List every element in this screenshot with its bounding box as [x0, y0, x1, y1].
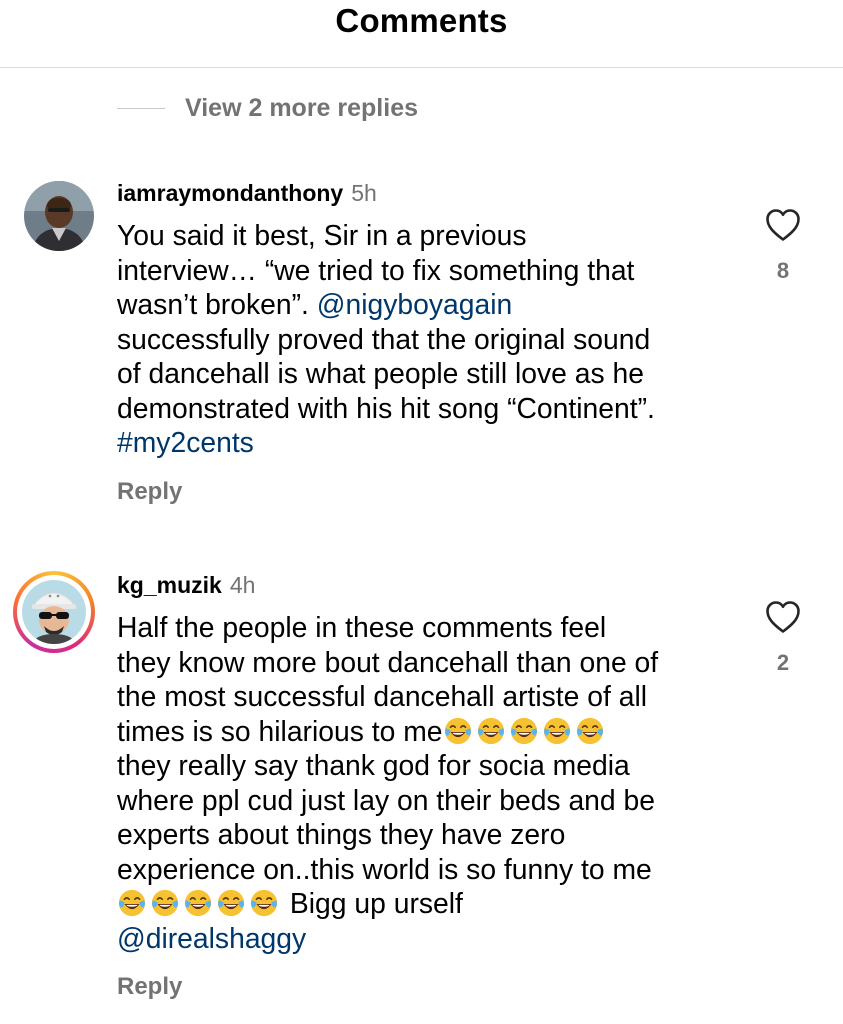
laughing-emoji-run — [117, 887, 282, 919]
face-with-tears-of-joy-icon — [217, 889, 245, 917]
like-count: 2 — [776, 650, 790, 675]
view-more-replies-label: View 2 more replies — [185, 93, 418, 122]
like-count: 8 — [776, 258, 790, 283]
hashtag-link[interactable]: #my2cents — [117, 426, 254, 458]
comment-text: You said it best, Sir in a previous inte… — [117, 218, 727, 460]
face-with-tears-of-joy-icon — [151, 889, 179, 917]
comment-meta: kg_muzik 4h — [117, 572, 255, 599]
comment-line: experts about things they have zero — [117, 818, 566, 850]
comment-line: the most successful dancehall artiste of… — [117, 680, 648, 712]
comment-text: Half the people in these comments feel t… — [117, 610, 727, 955]
like-control: 8 — [760, 208, 806, 284]
laughing-emoji-run — [443, 715, 608, 747]
comment-line: experience on..this world is so funny to… — [117, 852, 652, 885]
comment-line: they really say thank god for socia medi… — [117, 749, 630, 781]
face-with-tears-of-joy-icon — [576, 717, 603, 744]
comment-line: You said it best, Sir in a previous — [117, 219, 527, 251]
replies-divider-line — [117, 107, 165, 109]
comment-line: Half the people in these comments feel — [117, 611, 607, 643]
comment-username[interactable]: iamraymondanthony — [117, 180, 343, 206]
avatar-story-ring[interactable] — [13, 571, 95, 653]
comment-line: demonstrated with his hit song “Continen… — [117, 391, 655, 424]
face-with-tears-of-joy-icon — [444, 717, 471, 744]
mention-link[interactable]: @direalshaggy — [117, 922, 306, 954]
face-with-tears-of-joy-icon — [477, 717, 504, 744]
comment-line: Bigg up urself — [289, 887, 463, 919]
face-with-tears-of-joy-icon — [543, 717, 570, 744]
avatar-image — [22, 580, 86, 644]
comment-line: wasn’t broken”. — [117, 288, 309, 320]
view-more-replies-button[interactable]: View 2 more replies — [117, 90, 418, 126]
page-title: Comments — [335, 2, 508, 39]
reply-button[interactable]: Reply — [117, 478, 182, 506]
comment-line: they know more bout dancehall than one o… — [117, 645, 659, 678]
comment-line: of dancehall is what people still love a… — [117, 357, 644, 389]
face-with-tears-of-joy-icon — [118, 889, 146, 917]
avatar[interactable] — [24, 181, 94, 251]
avatar-image — [24, 181, 94, 251]
heart-outline-icon[interactable] — [765, 600, 801, 634]
heart-outline-icon[interactable] — [765, 208, 801, 242]
comment-line: successfully proved that the original so… — [117, 322, 651, 355]
face-with-tears-of-joy-icon — [184, 889, 212, 917]
comment-line: times is so hilarious to me — [117, 714, 443, 747]
mention-link[interactable]: @nigyboyagain — [317, 288, 513, 320]
comment-meta: iamraymondanthony 5h — [117, 180, 377, 207]
comments-header: Comments — [0, 0, 843, 68]
comment-time: 5h — [351, 180, 377, 206]
avatar — [22, 580, 86, 644]
comment-line: where ppl cud just lay on their beds and… — [117, 783, 655, 816]
comment-time: 4h — [229, 572, 256, 598]
comment-line: interview… “we tried to fix something th… — [117, 253, 635, 286]
comment-username[interactable]: kg_muzik — [117, 572, 222, 598]
like-control: 2 — [760, 600, 806, 676]
face-with-tears-of-joy-icon — [510, 717, 537, 744]
face-with-tears-of-joy-icon — [250, 889, 278, 917]
reply-button[interactable]: Reply — [117, 973, 182, 1001]
